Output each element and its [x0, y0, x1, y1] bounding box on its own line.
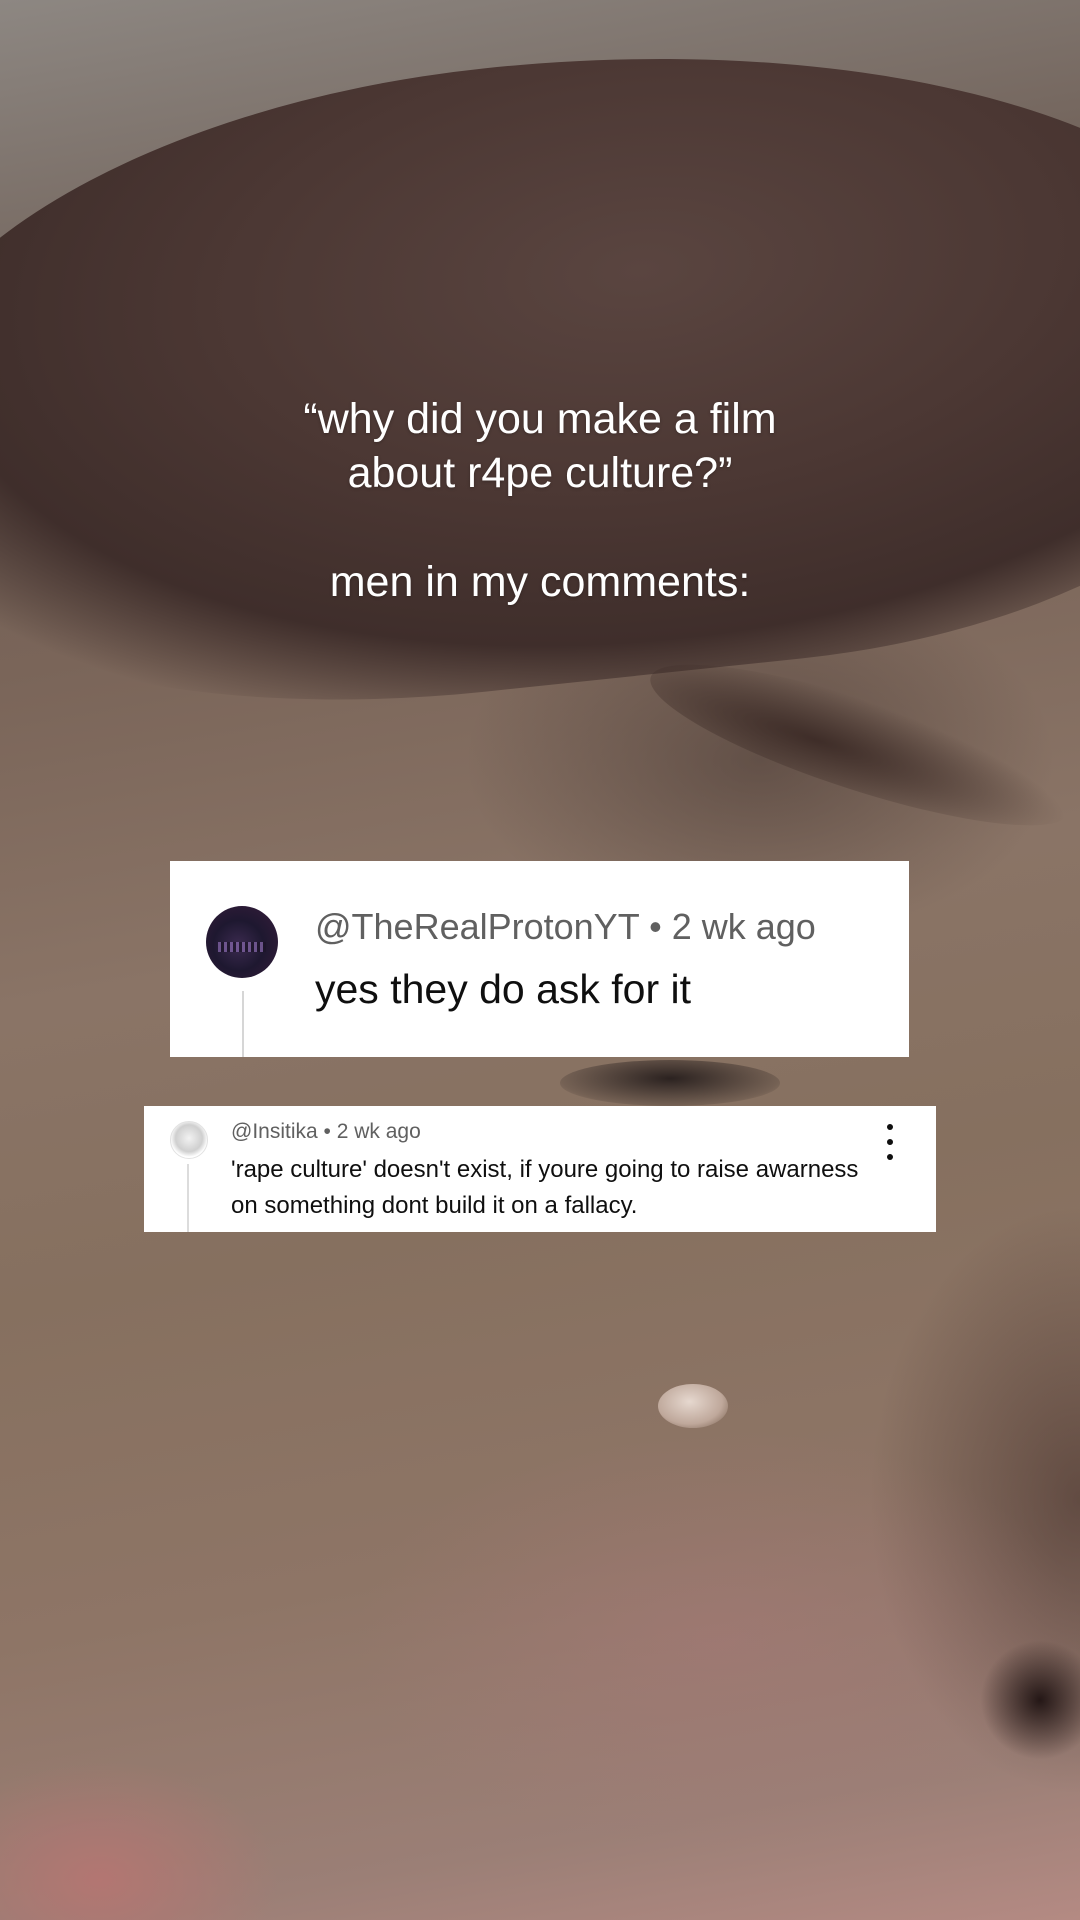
comment-text: 'rape culture' doesn't exist, if youre g… — [231, 1156, 859, 1219]
comment-author[interactable]: @TheRealProtonYT — [315, 906, 639, 947]
caption-line-3: men in my comments: — [329, 558, 751, 606]
background-shadow — [980, 1640, 1080, 1760]
thread-line — [242, 991, 244, 1057]
avatar[interactable] — [206, 906, 278, 978]
comment-meta: @Insitika • 2 wk ago — [231, 1120, 421, 1144]
comment-time: 2 wk ago — [336, 1120, 421, 1143]
meta-separator: • — [649, 906, 662, 947]
caption-line-2: about r4pe culture?” — [347, 449, 733, 497]
more-dot — [887, 1124, 893, 1130]
comment-meta: @TheRealProtonYT • 2 wk ago — [315, 906, 816, 948]
caption-line-1: “why did you make a film — [303, 395, 777, 443]
more-dot — [887, 1139, 893, 1145]
comment-card-2: @Insitika • 2 wk ago 'rape culture' does… — [144, 1106, 936, 1232]
meta-separator: • — [323, 1120, 331, 1143]
background-eyebrow — [636, 634, 1080, 856]
comment-text: yes they do ask for it — [315, 966, 692, 1012]
comment-time: 2 wk ago — [671, 906, 816, 947]
more-vert-icon[interactable] — [880, 1124, 900, 1160]
thread-line — [187, 1164, 189, 1232]
background-tear — [658, 1384, 728, 1428]
avatar[interactable] — [170, 1121, 208, 1159]
more-dot — [887, 1154, 893, 1160]
video-frame: “why did you make a film about r4pe cult… — [0, 0, 1080, 1920]
comment-card-1: @TheRealProtonYT • 2 wk ago yes they do … — [170, 861, 909, 1057]
comment-author[interactable]: @Insitika — [231, 1120, 318, 1143]
background-eye — [560, 1060, 780, 1106]
background-lips — [0, 1760, 280, 1920]
background-hair — [0, 0, 1080, 752]
